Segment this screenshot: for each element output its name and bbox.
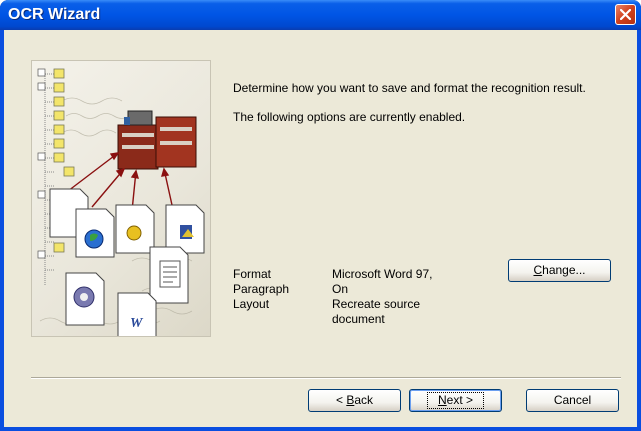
options-list: Format Microsoft Word 97, Paragraph On L… xyxy=(233,267,462,327)
option-row-format: Format Microsoft Word 97, xyxy=(233,267,462,282)
description-line-2: The following options are currently enab… xyxy=(233,110,466,124)
wizard-illustration-art: W xyxy=(37,68,205,336)
option-value-layout: Recreate source document xyxy=(332,297,421,326)
next-button-focus: Next > xyxy=(426,392,485,409)
option-label-format: Format xyxy=(233,267,272,281)
next-button-key: N xyxy=(437,393,447,407)
back-button-pre: < xyxy=(335,393,347,407)
close-icon xyxy=(620,9,631,20)
option-label-paragraph: Paragraph xyxy=(233,282,290,296)
back-button[interactable]: < Back xyxy=(308,389,401,412)
description-line-1: Determine how you want to save and forma… xyxy=(233,81,586,95)
change-button-post: hange... xyxy=(542,263,586,277)
change-button-key: C xyxy=(533,263,543,277)
option-value-paragraph: On xyxy=(332,282,349,296)
back-button-post: ack xyxy=(354,393,374,407)
button-separator xyxy=(31,377,621,379)
next-button-post: ext > xyxy=(446,393,474,407)
option-row-layout: Layout Recreate source document xyxy=(233,297,462,327)
description: Determine how you want to save and forma… xyxy=(233,81,613,139)
next-button[interactable]: Next > xyxy=(409,389,502,412)
option-value-format: Microsoft Word 97, xyxy=(332,267,433,281)
ocr-wizard-window: OCR Wizard W Determine how you want to s… xyxy=(0,0,641,431)
title-bar[interactable]: OCR Wizard xyxy=(0,0,641,30)
option-row-paragraph: Paragraph On xyxy=(233,282,462,297)
option-label-layout: Layout xyxy=(233,297,270,311)
window-title: OCR Wizard xyxy=(8,6,101,23)
cancel-button[interactable]: Cancel xyxy=(526,389,619,412)
change-button[interactable]: Change... xyxy=(508,259,611,282)
close-button[interactable] xyxy=(615,4,636,25)
wizard-illustration: W xyxy=(31,60,211,337)
dialog-body: W Determine how you want to save and for… xyxy=(4,30,637,427)
svg-text:W: W xyxy=(130,316,144,331)
window-frame: W Determine how you want to save and for… xyxy=(0,30,641,431)
